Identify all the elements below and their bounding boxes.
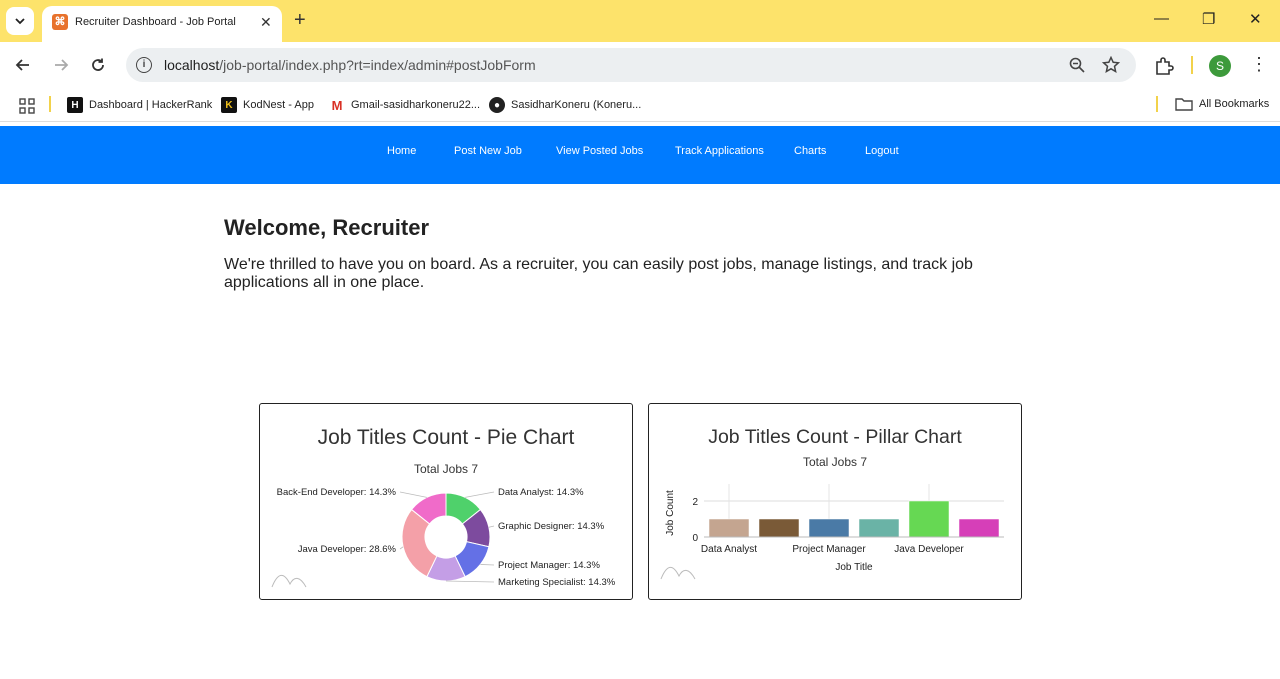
apps-grid-icon[interactable] bbox=[19, 98, 35, 114]
site-navbar: Home Post New Job View Posted Jobs Track… bbox=[0, 126, 1280, 184]
y-tick-label: 2 bbox=[692, 497, 698, 508]
close-tab-icon[interactable]: ✕ bbox=[260, 14, 272, 31]
bar bbox=[858, 518, 900, 538]
zoom-icon[interactable] bbox=[1068, 56, 1086, 74]
menu-kebab-icon[interactable]: ⋮ bbox=[1250, 54, 1268, 75]
extensions-icon[interactable] bbox=[1154, 56, 1174, 76]
chart-title: Job Titles Count - Pie Chart bbox=[318, 426, 575, 449]
forward-icon[interactable] bbox=[50, 54, 72, 76]
pie-leader-line bbox=[399, 491, 427, 498]
address-bar[interactable]: i localhost/job-portal/index.php?rt=inde… bbox=[126, 48, 1136, 82]
x-tick-label: Java Developer bbox=[894, 544, 964, 555]
nav-post-new-job[interactable]: Post New Job bbox=[454, 145, 522, 157]
pie-chart: Job Titles Count - Pie Chart Total Jobs 7… bbox=[271, 426, 616, 588]
nav-view-posted-jobs[interactable]: View Posted Jobs bbox=[556, 145, 643, 157]
pie-leader-line bbox=[488, 525, 495, 528]
profile-avatar[interactable]: S bbox=[1209, 55, 1231, 77]
bookmark-github[interactable]: ● SasidharKoneru (Koneru... bbox=[489, 97, 641, 113]
nav-logout[interactable]: Logout bbox=[865, 145, 899, 157]
bar bbox=[758, 518, 800, 538]
pillar-chart: Job Titles Count - Pillar Chart Total Job… bbox=[660, 426, 1004, 580]
toolbar-divider bbox=[1191, 56, 1193, 74]
pie-leader-line bbox=[399, 546, 404, 550]
pie-slice-label: Project Manager: 14.3% bbox=[498, 560, 600, 571]
nav-home[interactable]: Home bbox=[387, 145, 416, 157]
site-info-icon[interactable]: i bbox=[136, 57, 152, 73]
watermark-logo bbox=[660, 566, 696, 580]
chevron-down-icon bbox=[15, 18, 25, 25]
pie-slice-label: Data Analyst: 14.3% bbox=[498, 487, 584, 498]
bar-chart-card: Job Titles Count - Pillar Chart Total Job… bbox=[648, 403, 1022, 600]
kodnest-icon: K bbox=[221, 97, 237, 113]
folder-icon bbox=[1175, 98, 1193, 111]
gmail-icon: M bbox=[329, 97, 345, 113]
bookmark-kodnest[interactable]: K KodNest - App bbox=[221, 97, 314, 113]
x-tick-label: Project Manager bbox=[792, 544, 866, 555]
bookmark-label: KodNest - App bbox=[243, 99, 314, 111]
back-icon[interactable] bbox=[12, 54, 34, 76]
bookmark-gmail[interactable]: M Gmail-sasidharkoneru22... bbox=[329, 97, 480, 113]
bar bbox=[908, 500, 950, 538]
chart-subtitle: Total Jobs 7 bbox=[414, 462, 478, 476]
chart-subtitle: Total Jobs 7 bbox=[803, 455, 867, 469]
bar bbox=[958, 518, 1000, 538]
bar bbox=[708, 518, 750, 538]
intro-paragraph: We're thrilled to have you on board. As … bbox=[224, 256, 973, 291]
pie-chart-card: Job Titles Count - Pie Chart Total Jobs 7… bbox=[259, 403, 633, 600]
new-tab-icon[interactable]: + bbox=[294, 9, 306, 31]
bookmarks-bar: H Dashboard | HackerRank K KodNest - App… bbox=[0, 88, 1280, 122]
all-bookmarks-label: All Bookmarks bbox=[1199, 98, 1270, 110]
pie-leader-line bbox=[445, 580, 495, 583]
welcome-heading: Welcome, Recruiter bbox=[224, 215, 430, 240]
nav-charts[interactable]: Charts bbox=[794, 145, 826, 157]
watermark-logo bbox=[271, 574, 307, 588]
pie-leader-line bbox=[465, 491, 495, 498]
bookmarks-divider bbox=[49, 96, 51, 112]
browser-tab[interactable]: ⌘ Recruiter Dashboard - Job Portal ✕ bbox=[42, 6, 282, 42]
bookmark-hackerrank[interactable]: H Dashboard | HackerRank bbox=[67, 97, 212, 113]
window-close-icon[interactable]: ✕ bbox=[1249, 10, 1262, 28]
y-axis-label: Job Count bbox=[665, 490, 676, 536]
x-tick-label: Data Analyst bbox=[701, 544, 757, 555]
bookmark-label: SasidharKoneru (Koneru... bbox=[511, 99, 642, 111]
bookmark-star-icon[interactable] bbox=[1102, 56, 1120, 74]
bookmark-label: Gmail-sasidharkoneru22... bbox=[351, 99, 481, 111]
hackerrank-icon: H bbox=[67, 97, 83, 113]
pie-slice-label: Graphic Designer: 14.3% bbox=[498, 521, 605, 532]
xampp-favicon-icon: ⌘ bbox=[52, 14, 68, 30]
reload-icon[interactable] bbox=[87, 54, 109, 76]
bar bbox=[808, 518, 850, 538]
tab-search-button[interactable] bbox=[6, 7, 34, 35]
browser-toolbar: i localhost/job-portal/index.php?rt=inde… bbox=[0, 42, 1280, 88]
x-axis-label: Job Title bbox=[835, 562, 873, 573]
all-bookmarks-button[interactable]: All Bookmarks bbox=[1175, 97, 1269, 111]
restore-icon[interactable]: ❐ bbox=[1202, 10, 1215, 28]
tab-title: Recruiter Dashboard - Job Portal bbox=[75, 16, 236, 28]
bookmark-label: Dashboard | HackerRank bbox=[89, 99, 213, 111]
pie-slice-label: Java Developer: 28.6% bbox=[298, 544, 397, 555]
minimize-icon[interactable]: — bbox=[1154, 10, 1169, 27]
pie-leader-line bbox=[480, 564, 495, 566]
pie-slice-label: Marketing Specialist: 14.3% bbox=[498, 577, 616, 588]
url-text[interactable]: localhost/job-portal/index.php?rt=index/… bbox=[164, 57, 536, 73]
github-icon: ● bbox=[489, 97, 505, 113]
nav-track-applications[interactable]: Track Applications bbox=[675, 145, 764, 157]
browser-tab-strip: ⌘ Recruiter Dashboard - Job Portal ✕ + —… bbox=[0, 0, 1280, 42]
pie-slice-label: Back-End Developer: 14.3% bbox=[277, 487, 397, 498]
chart-title: Job Titles Count - Pillar Chart bbox=[708, 426, 962, 448]
bookmarks-divider bbox=[1156, 96, 1158, 112]
y-tick-label: 0 bbox=[692, 533, 698, 544]
